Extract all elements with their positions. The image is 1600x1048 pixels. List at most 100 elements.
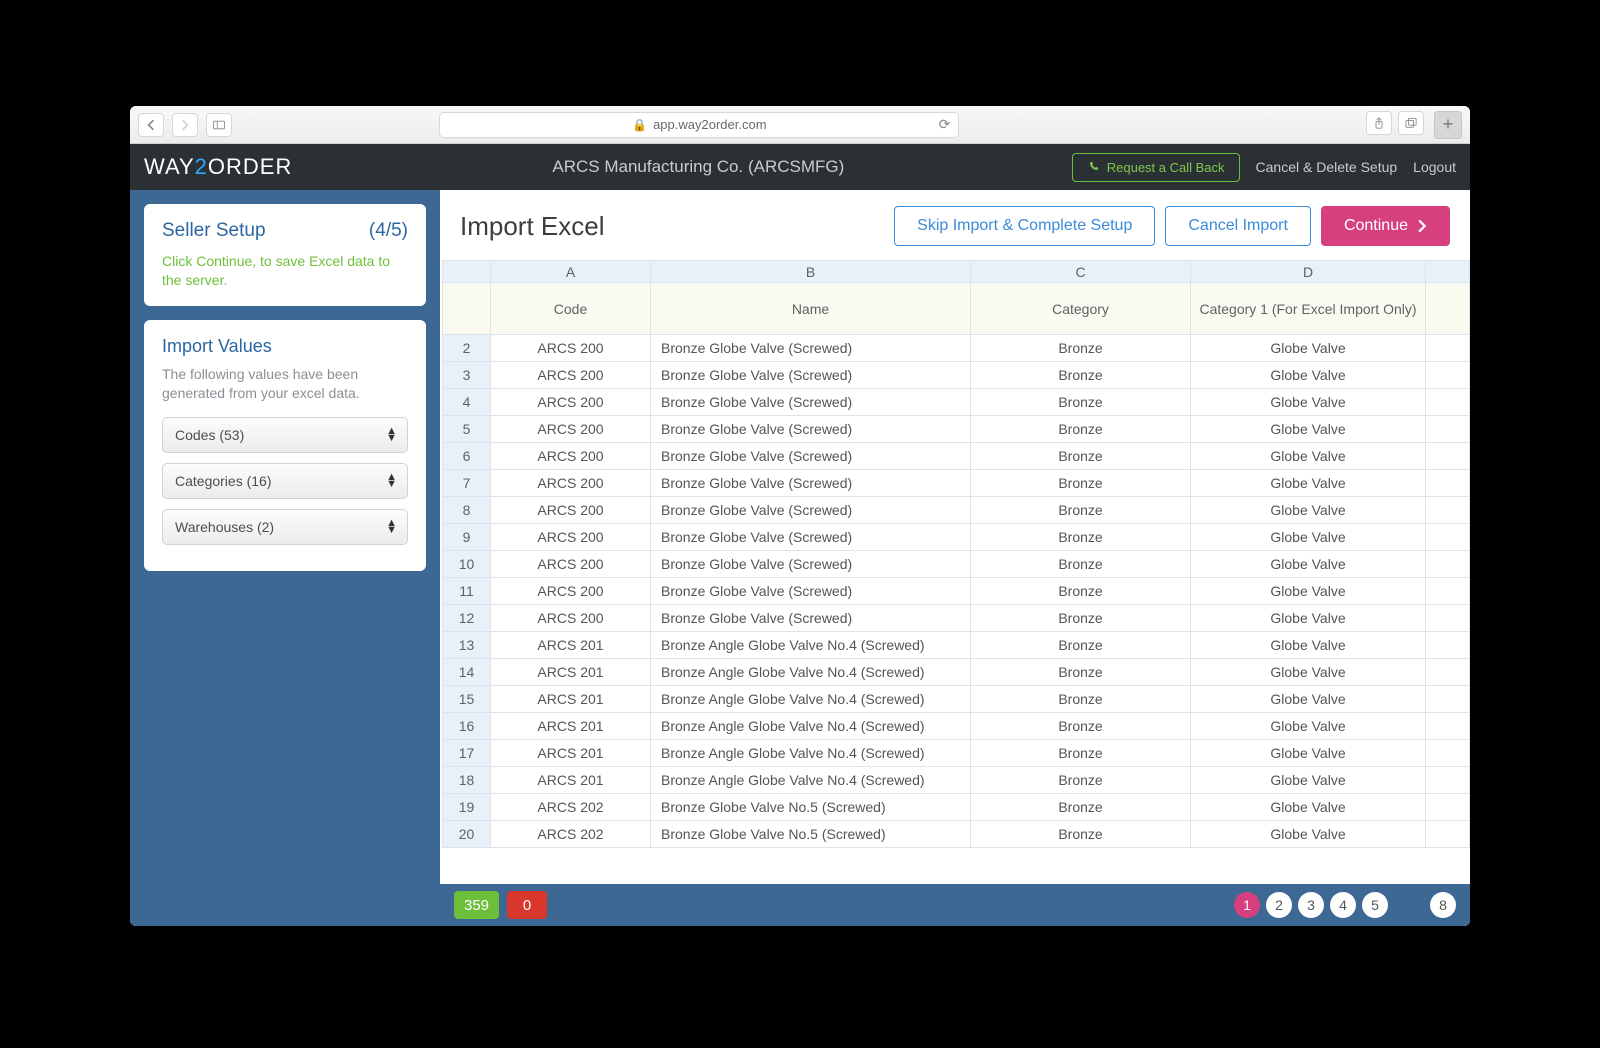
cancel-import-button[interactable]: Cancel Import [1165, 206, 1311, 246]
cell-name[interactable]: Bronze Globe Valve (Screwed) [651, 551, 971, 578]
page-button[interactable]: 5 [1362, 892, 1388, 918]
cell-name[interactable]: Bronze Globe Valve (Screwed) [651, 605, 971, 632]
skip-import-button[interactable]: Skip Import & Complete Setup [894, 206, 1155, 246]
table-row[interactable]: 15ARCS 201Bronze Angle Globe Valve No.4 … [443, 686, 1470, 713]
cell-category1[interactable]: Globe Valve [1191, 470, 1426, 497]
cell-code[interactable]: ARCS 201 [491, 740, 651, 767]
cell-category1[interactable]: Globe Valve [1191, 497, 1426, 524]
cell-category1[interactable]: Globe Valve [1191, 659, 1426, 686]
page-button[interactable]: 3 [1298, 892, 1324, 918]
cell-category1[interactable]: Globe Valve [1191, 443, 1426, 470]
cell-empty[interactable] [1426, 659, 1470, 686]
cell-code[interactable]: ARCS 200 [491, 578, 651, 605]
cell-category1[interactable]: Globe Valve [1191, 362, 1426, 389]
cell-empty[interactable] [1426, 335, 1470, 362]
cell-code[interactable]: ARCS 200 [491, 524, 651, 551]
cell-empty[interactable] [1426, 578, 1470, 605]
table-row[interactable]: 19ARCS 202Bronze Globe Valve No.5 (Screw… [443, 794, 1470, 821]
cell-category1[interactable]: Globe Valve [1191, 740, 1426, 767]
cell-category[interactable]: Bronze [971, 389, 1191, 416]
cell-empty[interactable] [1426, 416, 1470, 443]
col-header-category1[interactable]: Category 1 (For Excel Import Only) [1191, 283, 1426, 335]
cell-name[interactable]: Bronze Globe Valve (Screwed) [651, 497, 971, 524]
table-row[interactable]: 18ARCS 201Bronze Angle Globe Valve No.4 … [443, 767, 1470, 794]
cell-category[interactable]: Bronze [971, 632, 1191, 659]
col-header-name[interactable]: Name [651, 283, 971, 335]
row-number[interactable]: 2 [443, 335, 491, 362]
cell-category1[interactable]: Globe Valve [1191, 713, 1426, 740]
page-button[interactable]: 2 [1266, 892, 1292, 918]
cell-category1[interactable]: Globe Valve [1191, 794, 1426, 821]
cell-name[interactable]: Bronze Globe Valve (Screwed) [651, 524, 971, 551]
cell-name[interactable]: Bronze Globe Valve (Screwed) [651, 578, 971, 605]
address-bar[interactable]: 🔒 app.way2order.com ⟳ [439, 112, 959, 138]
table-row[interactable]: 4ARCS 200Bronze Globe Valve (Screwed)Bro… [443, 389, 1470, 416]
cell-category1[interactable]: Globe Valve [1191, 578, 1426, 605]
cell-category[interactable]: Bronze [971, 578, 1191, 605]
row-number[interactable]: 9 [443, 524, 491, 551]
cell-name[interactable]: Bronze Globe Valve (Screwed) [651, 416, 971, 443]
cell-category[interactable]: Bronze [971, 740, 1191, 767]
cell-category1[interactable]: Globe Valve [1191, 686, 1426, 713]
cell-category1[interactable]: Globe Valve [1191, 767, 1426, 794]
col-letter[interactable]: D [1191, 261, 1426, 283]
app-logo[interactable]: WAY2ORDER [144, 154, 292, 180]
cell-empty[interactable] [1426, 605, 1470, 632]
cell-category[interactable]: Bronze [971, 686, 1191, 713]
cell-category[interactable]: Bronze [971, 335, 1191, 362]
cell-category1[interactable]: Globe Valve [1191, 389, 1426, 416]
cell-code[interactable]: ARCS 200 [491, 497, 651, 524]
error-count-badge[interactable]: 0 [507, 891, 547, 919]
cell-category[interactable]: Bronze [971, 605, 1191, 632]
categories-select[interactable]: Categories (16) ▲▼ [162, 463, 408, 499]
cell-category[interactable]: Bronze [971, 362, 1191, 389]
row-number[interactable]: 5 [443, 416, 491, 443]
row-number[interactable]: 15 [443, 686, 491, 713]
cell-empty[interactable] [1426, 821, 1470, 848]
cell-empty[interactable] [1426, 740, 1470, 767]
cell-code[interactable]: ARCS 202 [491, 821, 651, 848]
cell-name[interactable]: Bronze Angle Globe Valve No.4 (Screwed) [651, 767, 971, 794]
cell-code[interactable]: ARCS 201 [491, 713, 651, 740]
cell-empty[interactable] [1426, 362, 1470, 389]
cell-name[interactable]: Bronze Globe Valve No.5 (Screwed) [651, 794, 971, 821]
cell-category1[interactable]: Globe Valve [1191, 335, 1426, 362]
cell-code[interactable]: ARCS 200 [491, 335, 651, 362]
cell-category[interactable]: Bronze [971, 713, 1191, 740]
table-row[interactable]: 2ARCS 200Bronze Globe Valve (Screwed)Bro… [443, 335, 1470, 362]
cell-code[interactable]: ARCS 200 [491, 416, 651, 443]
sidebar-toggle-button[interactable] [206, 113, 232, 137]
cell-category[interactable]: Bronze [971, 821, 1191, 848]
row-number[interactable]: 18 [443, 767, 491, 794]
row-number[interactable]: 19 [443, 794, 491, 821]
cell-empty[interactable] [1426, 551, 1470, 578]
table-row[interactable]: 11ARCS 200Bronze Globe Valve (Screwed)Br… [443, 578, 1470, 605]
cell-empty[interactable] [1426, 713, 1470, 740]
row-number[interactable]: 8 [443, 497, 491, 524]
cell-empty[interactable] [1426, 443, 1470, 470]
table-row[interactable]: 17ARCS 201Bronze Angle Globe Valve No.4 … [443, 740, 1470, 767]
cell-category[interactable]: Bronze [971, 470, 1191, 497]
request-callback-button[interactable]: Request a Call Back [1072, 153, 1240, 182]
col-letter[interactable]: A [491, 261, 651, 283]
cell-name[interactable]: Bronze Angle Globe Valve No.4 (Screwed) [651, 632, 971, 659]
new-tab-button[interactable]: + [1434, 111, 1462, 139]
continue-button[interactable]: Continue [1321, 206, 1450, 246]
import-grid[interactable]: A B C D Code Name Category Category 1 (F… [442, 260, 1470, 848]
row-number[interactable]: 6 [443, 443, 491, 470]
cell-empty[interactable] [1426, 389, 1470, 416]
cell-code[interactable]: ARCS 200 [491, 362, 651, 389]
table-row[interactable]: 8ARCS 200Bronze Globe Valve (Screwed)Bro… [443, 497, 1470, 524]
share-button[interactable] [1366, 111, 1392, 135]
cell-code[interactable]: ARCS 201 [491, 686, 651, 713]
tabs-button[interactable] [1398, 111, 1424, 135]
cell-code[interactable]: ARCS 200 [491, 470, 651, 497]
row-number[interactable]: 12 [443, 605, 491, 632]
valid-count-badge[interactable]: 359 [454, 891, 499, 919]
table-row[interactable]: 16ARCS 201Bronze Angle Globe Valve No.4 … [443, 713, 1470, 740]
cell-empty[interactable] [1426, 632, 1470, 659]
table-row[interactable]: 5ARCS 200Bronze Globe Valve (Screwed)Bro… [443, 416, 1470, 443]
cell-empty[interactable] [1426, 794, 1470, 821]
row-number[interactable]: 13 [443, 632, 491, 659]
cell-category1[interactable]: Globe Valve [1191, 524, 1426, 551]
